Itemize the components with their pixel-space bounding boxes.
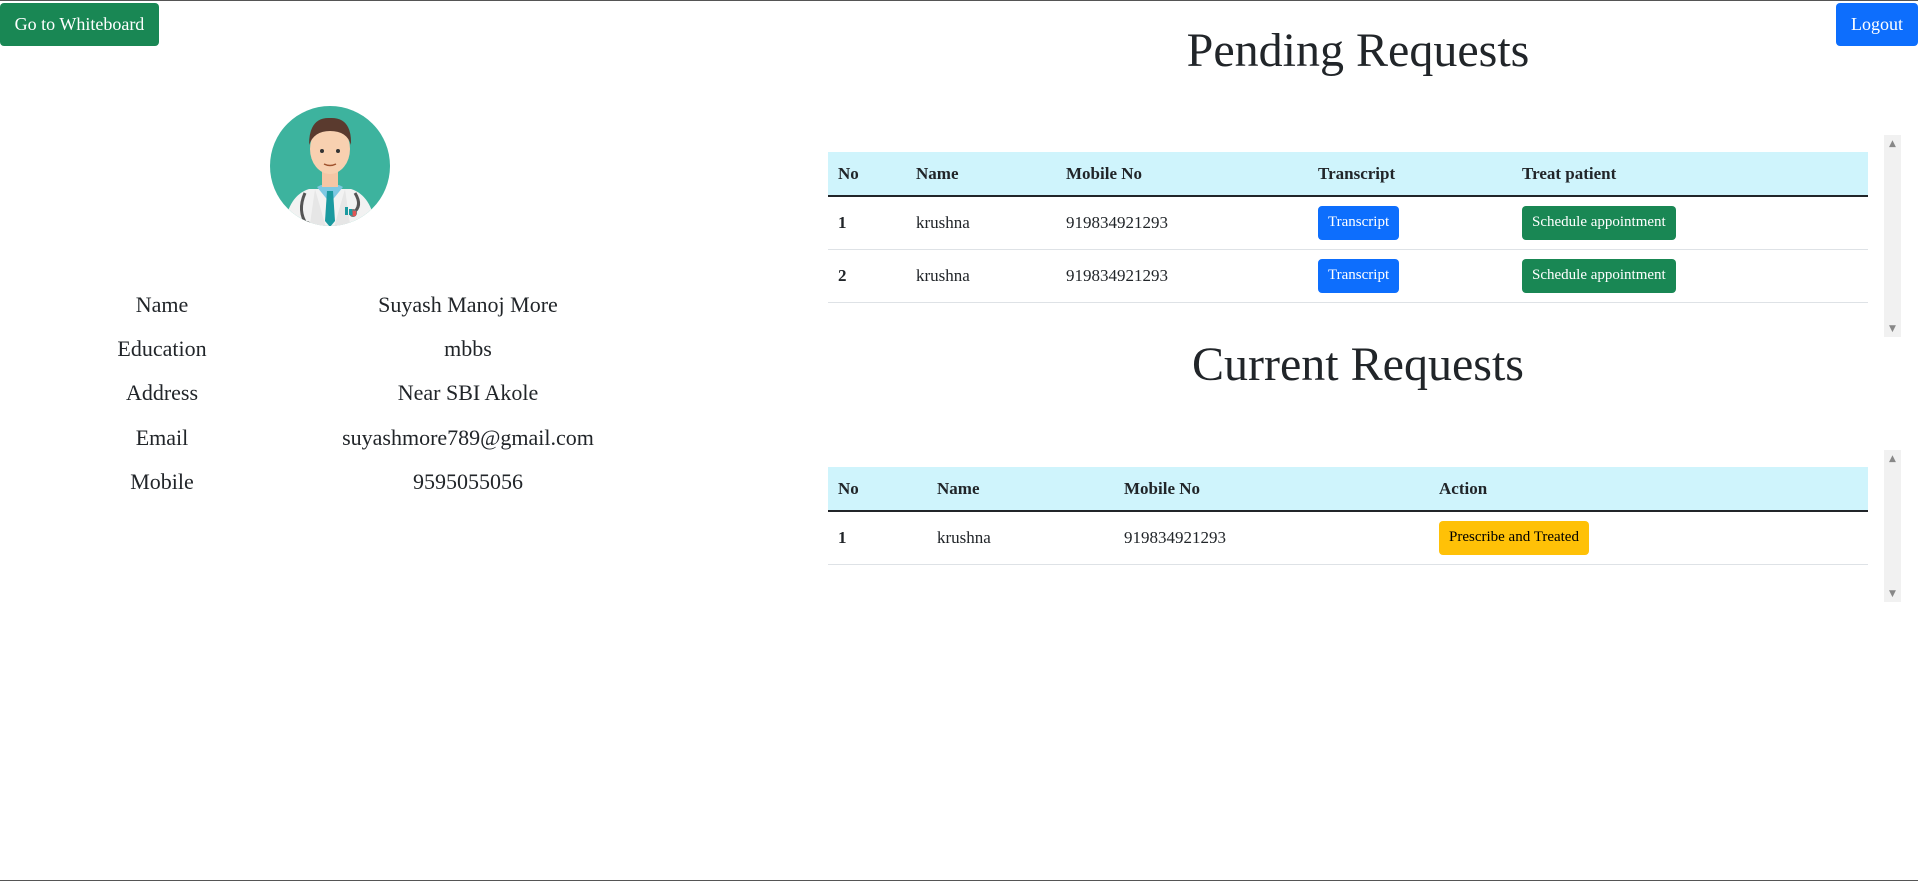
row-number: 1 — [838, 212, 847, 232]
patient-name: krushna — [916, 265, 970, 285]
patient-mobile: 919834921293 — [1066, 212, 1168, 232]
profile-label: Education — [117, 336, 207, 361]
row-number: 1 — [838, 527, 847, 547]
pending-requests-table: No Name Mobile No Transcript Treat patie… — [828, 152, 1868, 303]
profile-value: suyashmore789@gmail.com — [342, 425, 594, 450]
current-requests-title: Current Requests — [1192, 338, 1524, 391]
go-to-whiteboard-button[interactable]: Go to Whiteboard — [0, 3, 159, 46]
profile-label: Name — [135, 292, 189, 317]
transcript-button[interactable]: Transcript — [1318, 258, 1400, 293]
scroll-up-icon[interactable]: ▲ — [1884, 450, 1901, 467]
prescribe-and-treated-button[interactable]: Prescribe and Treated — [1439, 520, 1589, 555]
profile-value: mbbs — [444, 336, 492, 361]
table-row: 2 krushna 919834921293 Transcript Schedu… — [828, 249, 1868, 302]
profile-row-education: Education mbbs — [0, 332, 720, 368]
column-header: No — [838, 163, 859, 183]
pending-scrollbar[interactable]: ▲ ▼ — [1884, 135, 1901, 337]
current-scrollbar[interactable]: ▲ ▼ — [1884, 450, 1901, 602]
column-header: Name — [937, 478, 980, 498]
column-header: Transcript — [1318, 163, 1396, 183]
column-header: No — [838, 478, 859, 498]
schedule-appointment-button[interactable]: Schedule appointment — [1522, 258, 1676, 293]
profile-label: Email — [135, 425, 189, 450]
scroll-up-icon[interactable]: ▲ — [1884, 135, 1901, 152]
column-header: Mobile No — [1124, 478, 1201, 498]
scroll-down-icon[interactable]: ▼ — [1884, 320, 1901, 337]
column-header: Name — [916, 163, 959, 183]
current-requests-table: No Name Mobile No Action 1 krushna 91983… — [828, 467, 1868, 565]
patient-mobile: 919834921293 — [1124, 527, 1226, 547]
profile-label: Mobile — [130, 469, 194, 494]
column-header: Mobile No — [1066, 163, 1143, 183]
doctor-avatar-icon — [269, 101, 391, 231]
profile-label: Address — [125, 380, 199, 405]
table-header-row: No Name Mobile No Action — [828, 467, 1868, 511]
profile-row-email: Email suyashmore789@gmail.com — [0, 421, 720, 457]
table-row: 1 krushna 919834921293 Prescribe and Tre… — [828, 511, 1868, 564]
column-header: Action — [1439, 478, 1488, 498]
profile-row-address: Address Near SBI Akole — [0, 376, 720, 412]
schedule-appointment-button[interactable]: Schedule appointment — [1522, 205, 1676, 240]
patient-name: krushna — [937, 527, 991, 547]
profile-row-mobile: Mobile 9595055056 — [0, 465, 720, 501]
patient-mobile: 919834921293 — [1066, 265, 1168, 285]
profile-value: 9595055056 — [413, 469, 523, 494]
profile-value: Suyash Manoj More — [378, 292, 558, 317]
patient-name: krushna — [916, 212, 970, 232]
table-header-row: No Name Mobile No Transcript Treat patie… — [828, 152, 1868, 196]
profile-row-name: Name Suyash Manoj More — [0, 288, 720, 324]
transcript-button[interactable]: Transcript — [1318, 205, 1400, 240]
profile-value: Near SBI Akole — [397, 380, 539, 405]
table-row: 1 krushna 919834921293 Transcript Schedu… — [828, 196, 1868, 249]
row-number: 2 — [838, 265, 847, 285]
scroll-down-icon[interactable]: ▼ — [1884, 585, 1901, 602]
pending-requests-title: Pending Requests — [1186, 24, 1530, 77]
column-header: Treat patient — [1522, 163, 1617, 183]
